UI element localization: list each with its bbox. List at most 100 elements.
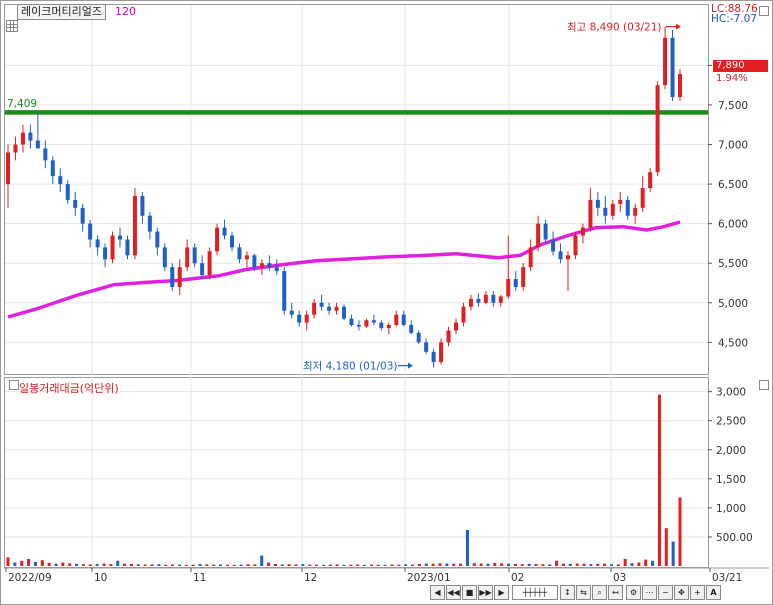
- volume-bar: [520, 564, 524, 566]
- candle-body: [476, 298, 481, 303]
- fit-icon[interactable]: ↕: [560, 585, 575, 600]
- volume-bar: [390, 564, 394, 566]
- volume-bar: [294, 564, 298, 566]
- horizontal-line-7409[interactable]: [5, 110, 708, 115]
- current-price-badge: 7,890: [713, 60, 768, 72]
- candle-body: [282, 271, 287, 311]
- candle-body: [177, 267, 182, 287]
- volume-bar: [541, 564, 545, 566]
- move-icon[interactable]: ✥: [674, 585, 689, 600]
- volume-bar: [198, 563, 202, 566]
- volume-bar: [459, 563, 463, 566]
- volume-bar: [267, 562, 271, 566]
- candle-body: [35, 140, 40, 149]
- zoom-slider[interactable]: ┼┼┼┼┼: [512, 585, 558, 600]
- scroll-end-icon[interactable]: ▶▶: [478, 585, 493, 600]
- volume-bar: [644, 559, 648, 566]
- volume-bar: [171, 564, 175, 566]
- candle-body: [379, 322, 384, 329]
- y-tick-label: 5,000: [718, 298, 748, 310]
- candle-body: [65, 184, 70, 200]
- candle-body: [633, 207, 638, 216]
- candle-body: [147, 215, 152, 232]
- grid-toggle-icon[interactable]: [6, 20, 18, 32]
- candle-body: [140, 195, 145, 216]
- stop-icon[interactable]: ■: [462, 585, 477, 600]
- volume-bar: [253, 564, 257, 566]
- zoom-icon[interactable]: ⌕: [592, 585, 607, 600]
- candle-body: [588, 199, 593, 228]
- volume-bar: [582, 563, 586, 566]
- scroll-start-icon[interactable]: ◀◀: [446, 585, 461, 600]
- chart-frame: 7,409 8,0007,5007,0006,5006,0005,5005,00…: [0, 0, 773, 605]
- volume-bar: [671, 541, 675, 566]
- candle-body: [536, 223, 541, 248]
- volume-bar: [232, 564, 236, 566]
- candle-body: [73, 199, 78, 208]
- split-icon[interactable]: ⇆: [576, 585, 591, 600]
- volume-bar: [376, 564, 380, 566]
- volume-bar: [603, 563, 607, 566]
- text-size-icon[interactable]: A: [706, 585, 721, 600]
- candle-body: [618, 199, 623, 204]
- candle-body: [125, 239, 130, 256]
- vol-y-tick-label: 1,500: [716, 474, 746, 486]
- settings-icon[interactable]: ⚙: [626, 585, 641, 600]
- scroll-right-icon[interactable]: ▶: [494, 585, 509, 600]
- volume-bar: [404, 564, 408, 566]
- volume-bar: [75, 563, 79, 566]
- zoom-in-icon[interactable]: +: [690, 585, 705, 600]
- min-price-label: 최저 4,180 (01/03): [303, 361, 398, 373]
- candle-body: [610, 203, 615, 216]
- volume-bar: [507, 563, 511, 566]
- volume-bar: [623, 559, 627, 566]
- y-tick-label: 5,500: [718, 258, 748, 270]
- candle-body: [468, 298, 473, 307]
- price-panel-close-icon[interactable]: [759, 6, 769, 16]
- volume-bar: [40, 560, 44, 566]
- stock-name-box[interactable]: 레이크머티리얼즈: [17, 4, 106, 20]
- candle-body: [192, 247, 197, 264]
- volume-panel-close-icon[interactable]: [759, 380, 769, 390]
- candle-body: [506, 279, 511, 297]
- collapse-icon[interactable]: ⋯: [642, 585, 657, 600]
- candle-body: [678, 74, 682, 98]
- volume-bar: [417, 563, 421, 566]
- volume-bar: [664, 528, 668, 566]
- candle-body: [259, 263, 264, 268]
- candle-body: [207, 251, 212, 276]
- volume-bar: [61, 562, 65, 566]
- candle-body: [319, 302, 324, 307]
- hline-label: 7,409: [7, 98, 37, 110]
- volume-bar: [212, 564, 216, 566]
- candle-body: [461, 306, 466, 323]
- ma-period-label[interactable]: 120: [115, 5, 136, 18]
- volume-bar: [191, 564, 195, 566]
- volume-panel-toggle-icon[interactable]: [9, 380, 19, 390]
- x-axis-label: 12: [304, 572, 317, 584]
- volume-bar: [555, 560, 559, 566]
- volume-bar: [177, 564, 181, 566]
- x-axis-label: 2022/09: [8, 572, 52, 584]
- volume-bar: [548, 564, 552, 566]
- volume-bar: [513, 563, 517, 566]
- candle-body: [640, 188, 645, 208]
- volume-bar: [486, 563, 490, 566]
- zoom-out-icon[interactable]: −: [658, 585, 673, 600]
- volume-bar: [431, 563, 435, 566]
- volume-bar: [349, 564, 353, 566]
- stock-name: 레이크머티리얼즈: [21, 5, 102, 18]
- candle-body: [215, 227, 220, 252]
- volume-bar: [260, 555, 264, 566]
- volume-bar: [369, 564, 373, 566]
- volume-bar: [47, 562, 51, 566]
- scroll-left-icon[interactable]: ◀: [430, 585, 445, 600]
- candle-body: [110, 235, 115, 260]
- volume-bar: [136, 564, 140, 566]
- candle-body: [409, 324, 414, 333]
- candle-body: [663, 37, 668, 86]
- shrink-icon[interactable]: ↤: [608, 585, 623, 600]
- candle-body: [237, 247, 242, 260]
- candle-body: [371, 320, 376, 323]
- volume-bar: [397, 564, 401, 566]
